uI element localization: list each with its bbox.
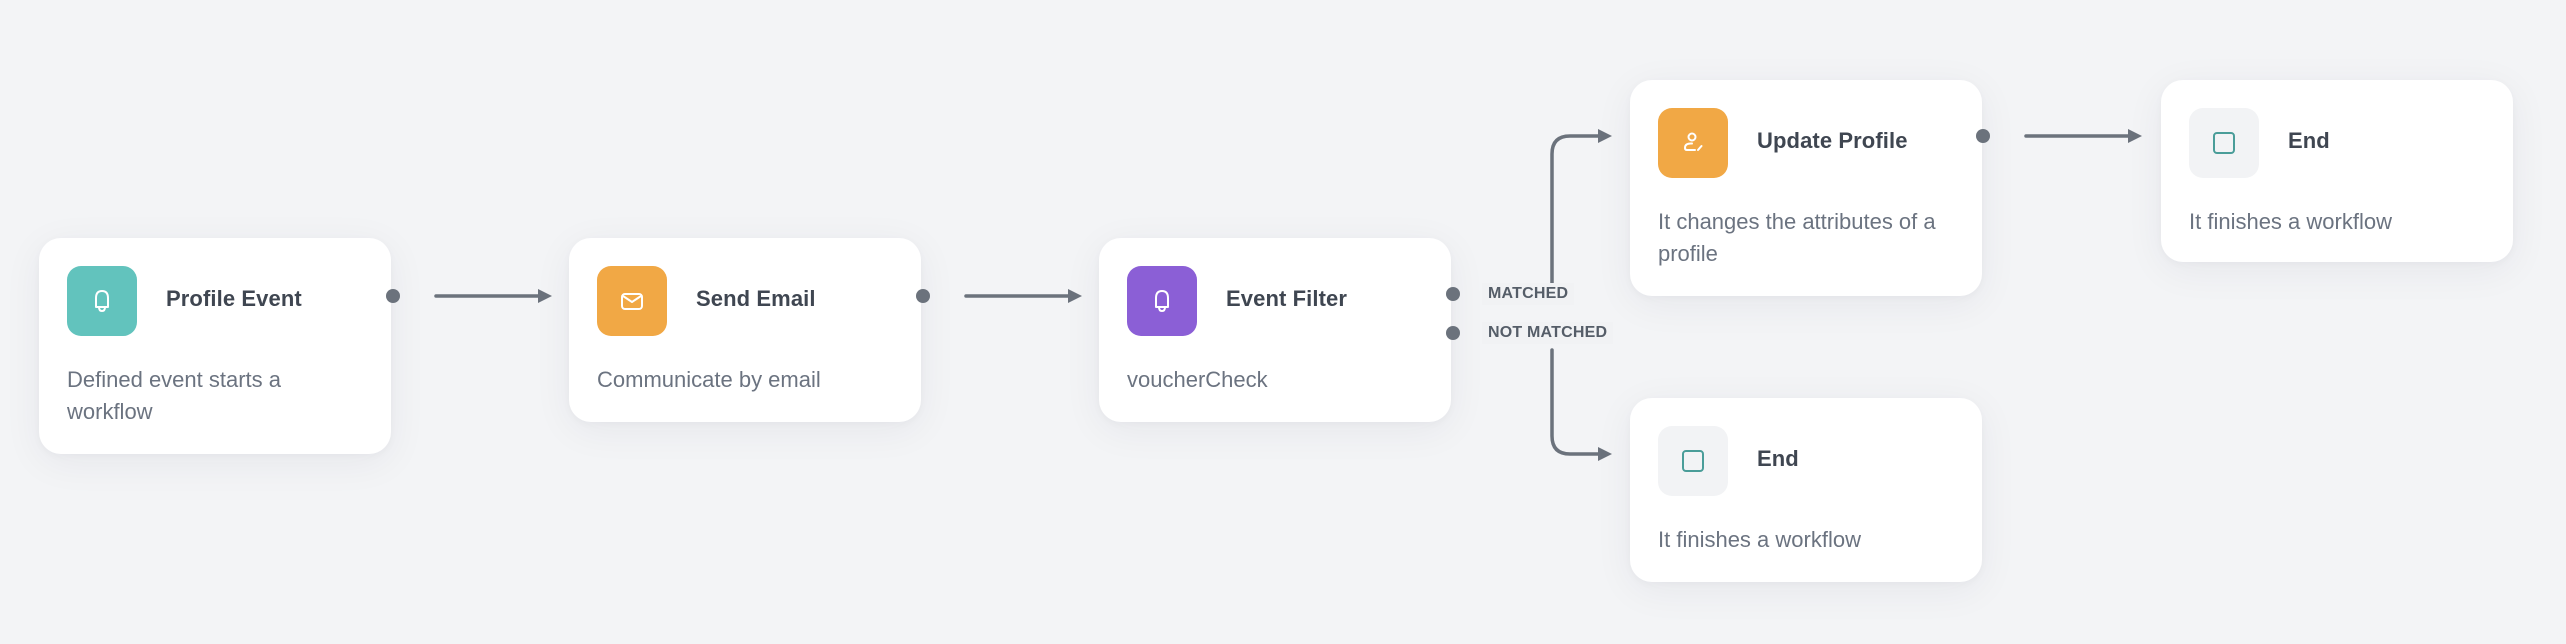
node-end-bottom[interactable]: End It finishes a workflow <box>1630 398 1982 582</box>
output-port-update-profile[interactable] <box>1976 129 1990 143</box>
node-icon-tile <box>1658 108 1728 178</box>
stop-square-icon <box>2213 132 2235 154</box>
node-title: Update Profile <box>1757 128 1908 153</box>
node-icon-tile <box>1127 266 1197 336</box>
output-port-send-email[interactable] <box>916 289 930 303</box>
node-description: Communicate by email <box>597 367 821 392</box>
node-description: Defined event starts a workflow <box>67 367 282 424</box>
node-description: It finishes a workflow <box>2189 209 2392 234</box>
bell-icon <box>1155 290 1169 313</box>
node-update-profile[interactable]: Update Profile It changes the attributes… <box>1630 80 1982 296</box>
output-port-not-matched[interactable] <box>1446 326 1460 340</box>
branch-label-not-matched: NOT MATCHED <box>1482 322 1614 344</box>
workflow-canvas[interactable]: Profile Event Defined event starts a wor… <box>0 0 2566 644</box>
node-title: Event Filter <box>1226 286 1348 311</box>
node-icon-tile <box>2189 108 2259 178</box>
edge-profile-event-to-send-email[interactable] <box>434 289 552 303</box>
stop-square-icon <box>1682 450 1704 472</box>
node-icon-tile <box>1658 426 1728 496</box>
edge-matched-to-update-profile[interactable] <box>1550 129 1612 288</box>
branch-label-matched: MATCHED <box>1482 283 1575 305</box>
output-port-matched[interactable] <box>1446 287 1460 301</box>
bell-icon <box>95 290 109 313</box>
node-icon-tile <box>597 266 667 336</box>
node-description: It finishes a workflow <box>1658 527 1861 552</box>
node-title: End <box>1757 446 1799 471</box>
edge-not-matched-to-end[interactable] <box>1550 348 1612 461</box>
user-edit-icon <box>1683 132 1703 151</box>
output-port-profile-event[interactable] <box>386 289 400 303</box>
node-profile-event[interactable]: Profile Event Defined event starts a wor… <box>39 238 391 454</box>
envelope-icon <box>621 293 643 310</box>
node-event-filter[interactable]: Event Filter voucherCheck <box>1099 238 1451 422</box>
node-title: End <box>2288 128 2330 153</box>
node-title: Send Email <box>696 286 816 311</box>
node-icon-tile <box>67 266 137 336</box>
edge-update-profile-to-end[interactable] <box>2024 129 2142 143</box>
edge-send-email-to-event-filter[interactable] <box>964 289 1082 303</box>
node-description: It changes the attributes of a profile <box>1658 209 1936 266</box>
node-send-email[interactable]: Send Email Communicate by email <box>569 238 921 422</box>
node-end-top[interactable]: End It finishes a workflow <box>2161 80 2513 262</box>
node-title: Profile Event <box>166 286 302 311</box>
node-description: voucherCheck <box>1127 367 1268 392</box>
